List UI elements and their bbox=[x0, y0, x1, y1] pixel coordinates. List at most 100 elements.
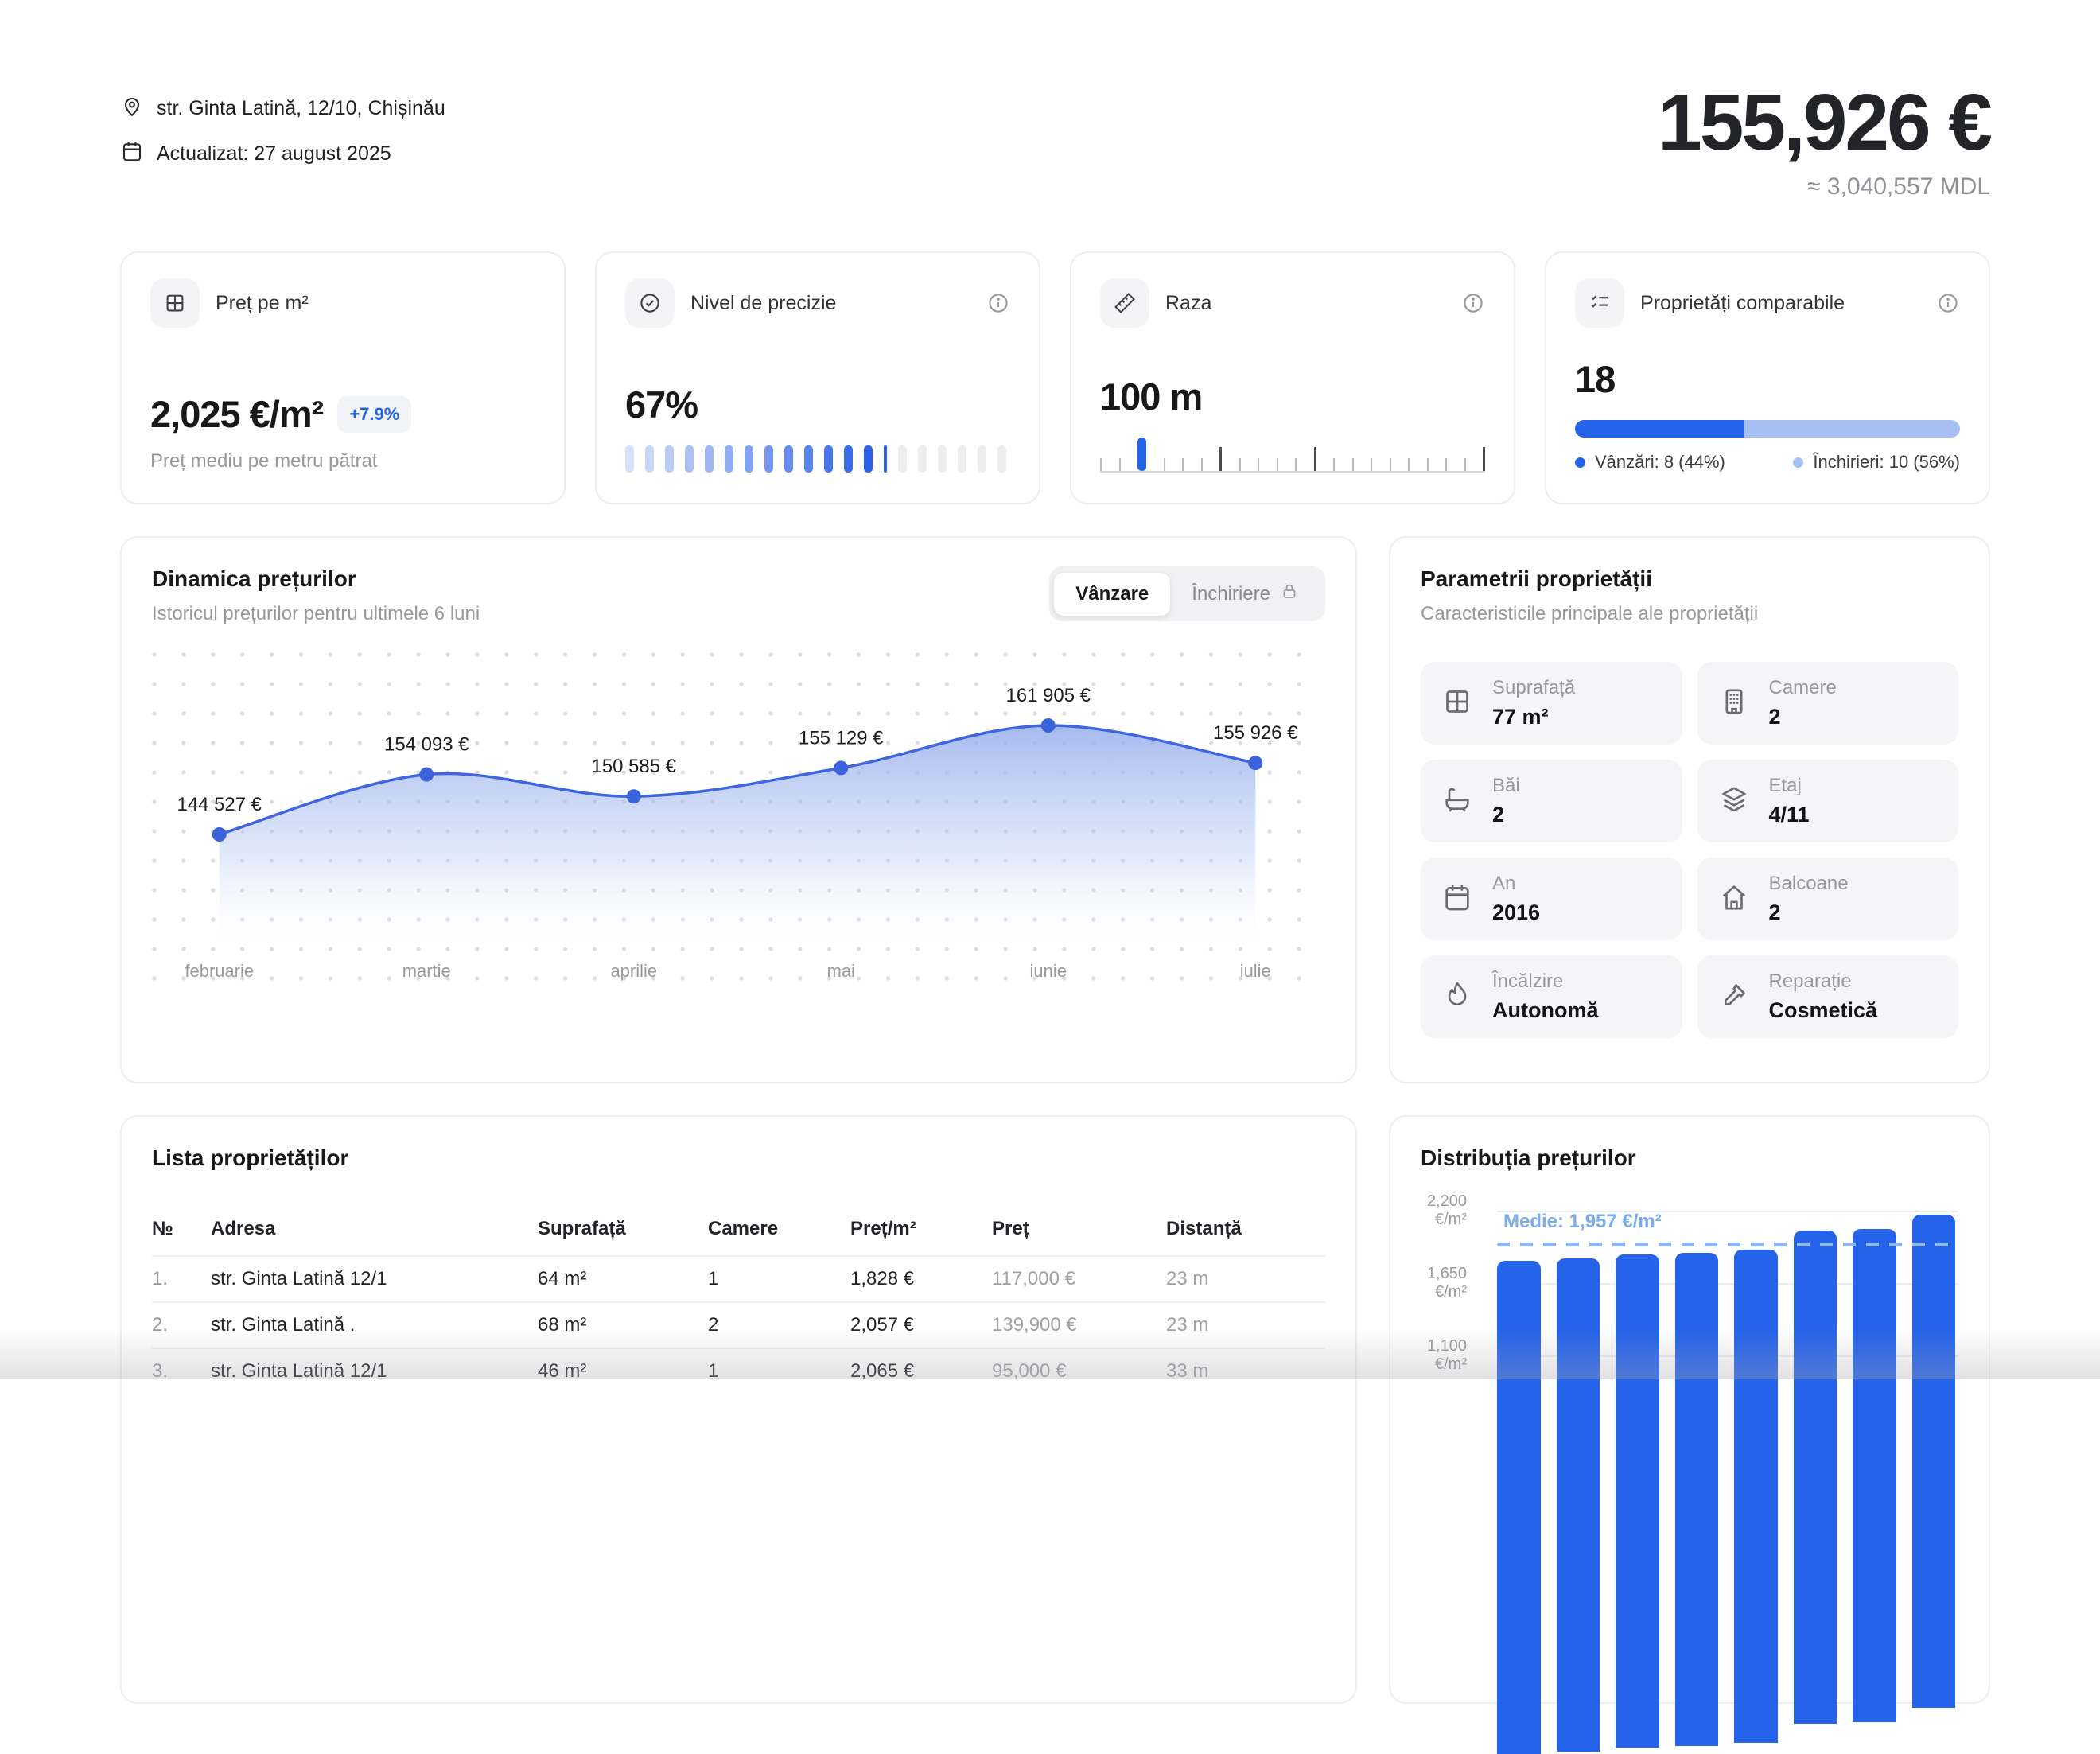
ruler-tick bbox=[1408, 458, 1410, 471]
price-per-m2-value: 2,025 €/m² bbox=[150, 392, 323, 436]
table-row[interactable]: 1.str. Ginta Latină 12/164 m²11,828 €117… bbox=[152, 1255, 1325, 1301]
toggle-sale-button[interactable]: Vânzare bbox=[1054, 573, 1170, 616]
property-params-panel: Parametrii proprietății Caracteristicile… bbox=[1389, 536, 1990, 1083]
param-value: 4/11 bbox=[1769, 803, 1810, 827]
table-cell: 23 m bbox=[1166, 1268, 1325, 1290]
table-cell: 1,828 € bbox=[850, 1268, 992, 1290]
price-block: 155,926 € ≈ 3,040,557 MDL bbox=[1658, 83, 1990, 200]
y-axis-label: 2,200€/m² bbox=[1421, 1192, 1467, 1229]
point-value-label: 154 093 € bbox=[384, 734, 469, 756]
param-value: 2 bbox=[1769, 900, 1849, 925]
ruler-tick bbox=[1295, 458, 1297, 471]
precision-segment bbox=[978, 445, 986, 473]
param-value: 2016 bbox=[1492, 900, 1540, 925]
rent-segment bbox=[1744, 420, 1960, 438]
price-dynamics-chart: 144 527 €februarie154 093 €martie150 585… bbox=[152, 652, 1325, 1002]
precision-segment bbox=[958, 445, 966, 473]
param-label: Balcoane bbox=[1769, 873, 1849, 895]
grid-icon bbox=[1441, 686, 1473, 721]
month-label: mai bbox=[827, 961, 855, 981]
y-axis-label: 1,100€/m² bbox=[1421, 1337, 1467, 1374]
card-label: Proprietăți comparabile bbox=[1640, 292, 1845, 315]
ruler-tick bbox=[1277, 458, 1278, 471]
price-dynamics-panel: Dinamica prețurilor Istoricul prețurilor… bbox=[120, 536, 1357, 1083]
precision-segment bbox=[824, 445, 833, 473]
chart-title: Dinamica prețurilor bbox=[152, 566, 480, 592]
params-subtitle: Caracteristicile principale ale propriet… bbox=[1421, 603, 1958, 625]
check-circle-icon bbox=[625, 278, 675, 328]
param-tile-4: An 2016 bbox=[1421, 858, 1682, 940]
param-label: An bbox=[1492, 873, 1540, 895]
month-label: februarie bbox=[185, 961, 254, 981]
precision-segment bbox=[918, 445, 927, 473]
sale-rent-toggle: Vânzare Închiriere bbox=[1049, 566, 1325, 621]
ruler-icon bbox=[1100, 278, 1149, 328]
distribution-bars bbox=[1497, 1190, 1955, 1683]
month-label: aprilie bbox=[610, 961, 657, 981]
address-block: str. Ginta Latină, 12/10, Chișinău Actua… bbox=[120, 83, 445, 169]
chart-data-point[interactable] bbox=[834, 760, 848, 775]
card-label: Preț pe m² bbox=[216, 292, 309, 315]
updated-row: Actualizat: 27 august 2025 bbox=[120, 139, 445, 169]
param-label: Reparație bbox=[1769, 970, 1878, 993]
property-table: №AdresaSuprafațăCamerePreț/m²PrețDistanț… bbox=[152, 1203, 1325, 1394]
param-label: Încălzire bbox=[1492, 970, 1598, 993]
chart-data-point[interactable] bbox=[1041, 718, 1056, 733]
distribution-bar[interactable] bbox=[1734, 1250, 1778, 1743]
chart-data-point[interactable] bbox=[627, 789, 641, 803]
chart-data-point[interactable] bbox=[419, 768, 434, 782]
address-row: str. Ginta Latină, 12/10, Chișinău bbox=[120, 94, 445, 123]
mean-label: Medie: 1,957 €/m² bbox=[1503, 1211, 1662, 1233]
precision-segment bbox=[998, 445, 1006, 473]
chart-subtitle: Istoricul prețurilor pentru ultimele 6 l… bbox=[152, 603, 480, 625]
column-header: Suprafață bbox=[538, 1218, 708, 1240]
distribution-bar[interactable] bbox=[1912, 1215, 1956, 1708]
comparables-split-bar bbox=[1575, 420, 1960, 438]
radius-marker bbox=[1138, 438, 1146, 471]
sales-legend-label: Vânzări: 8 (44%) bbox=[1595, 452, 1725, 473]
precision-segment bbox=[864, 445, 873, 473]
ruler-tick bbox=[1483, 447, 1485, 471]
column-header: Preț/m² bbox=[850, 1218, 992, 1240]
comparables-count: 18 bbox=[1575, 357, 1615, 401]
table-cell: 68 m² bbox=[538, 1314, 708, 1336]
precision-segment bbox=[938, 445, 947, 473]
address-text: str. Ginta Latină, 12/10, Chișinău bbox=[157, 97, 445, 120]
precision-segment bbox=[804, 445, 813, 473]
precision-segment bbox=[884, 445, 887, 473]
updated-text: Actualizat: 27 august 2025 bbox=[157, 142, 391, 165]
distribution-bar[interactable] bbox=[1675, 1253, 1719, 1746]
info-icon[interactable] bbox=[1461, 291, 1485, 315]
calendar-icon bbox=[1441, 881, 1473, 917]
month-label: iunie bbox=[1030, 961, 1067, 981]
precision-segment bbox=[725, 445, 733, 473]
param-label: Băi bbox=[1492, 775, 1520, 797]
month-label: martie bbox=[402, 961, 451, 981]
distribution-bar[interactable] bbox=[1616, 1254, 1659, 1748]
estimated-price-mdl: ≈ 3,040,557 MDL bbox=[1658, 173, 1990, 200]
table-cell: 139,900 € bbox=[992, 1314, 1166, 1336]
info-icon[interactable] bbox=[986, 291, 1010, 315]
table-cell: 2 bbox=[708, 1314, 850, 1336]
toggle-rent-label: Închiriere bbox=[1192, 583, 1270, 605]
chart-data-point[interactable] bbox=[212, 827, 227, 842]
table-row[interactable]: 2.str. Ginta Latină .68 m²22,057 €139,90… bbox=[152, 1301, 1325, 1348]
param-value: Cosmetică bbox=[1769, 998, 1878, 1023]
table-cell: 64 m² bbox=[538, 1268, 708, 1290]
toggle-rent-button[interactable]: Închiriere bbox=[1170, 571, 1320, 616]
distribution-bar[interactable] bbox=[1497, 1261, 1541, 1754]
info-icon[interactable] bbox=[1936, 291, 1960, 315]
table-cell: 1. bbox=[152, 1268, 211, 1290]
chart-data-point[interactable] bbox=[1248, 756, 1262, 770]
month-label: iulie bbox=[1240, 961, 1271, 981]
ruler-tick bbox=[1219, 447, 1222, 471]
distribution-bar[interactable] bbox=[1853, 1229, 1896, 1722]
stat-cards-row: Preț pe m² 2,025 €/m² +7.9% Preț mediu p… bbox=[120, 251, 1990, 504]
point-value-label: 144 527 € bbox=[177, 794, 262, 815]
table-row[interactable]: 3.str. Ginta Latină 12/146 m²12,065 €95,… bbox=[152, 1348, 1325, 1394]
precision-segment bbox=[665, 445, 674, 473]
distribution-bar[interactable] bbox=[1794, 1231, 1838, 1724]
param-label: Suprafață bbox=[1492, 677, 1575, 699]
distribution-bar[interactable] bbox=[1557, 1258, 1600, 1752]
y-axis-label: 1,650€/m² bbox=[1421, 1265, 1467, 1301]
